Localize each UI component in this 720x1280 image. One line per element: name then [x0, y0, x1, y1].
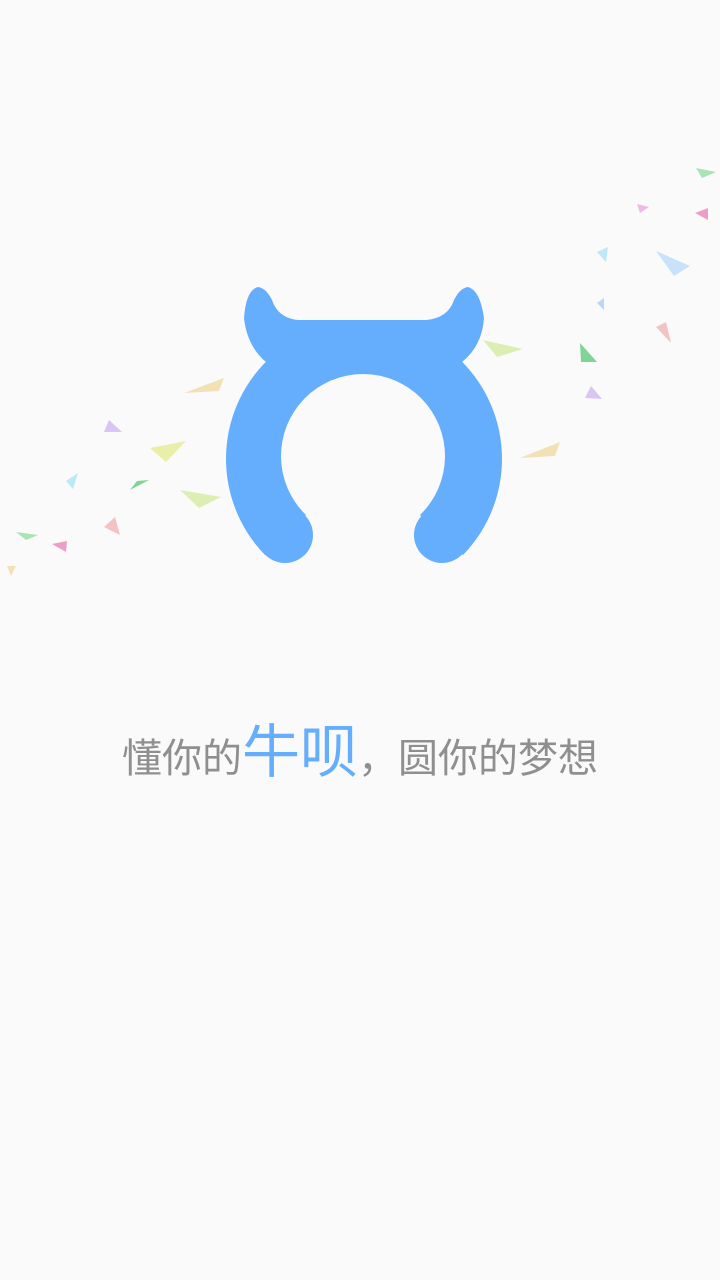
bull-horn-logo-icon	[7, 168, 716, 576]
slogan-part-2: ，圆你的梦想	[358, 736, 598, 782]
slogan: 懂你的牛呗，圆你的梦想	[0, 712, 720, 807]
slogan-brand-name: 牛呗	[241, 718, 358, 786]
splash-screen: 懂你的牛呗，圆你的梦想	[0, 0, 720, 1280]
slogan-part-1: 懂你的	[121, 736, 242, 782]
